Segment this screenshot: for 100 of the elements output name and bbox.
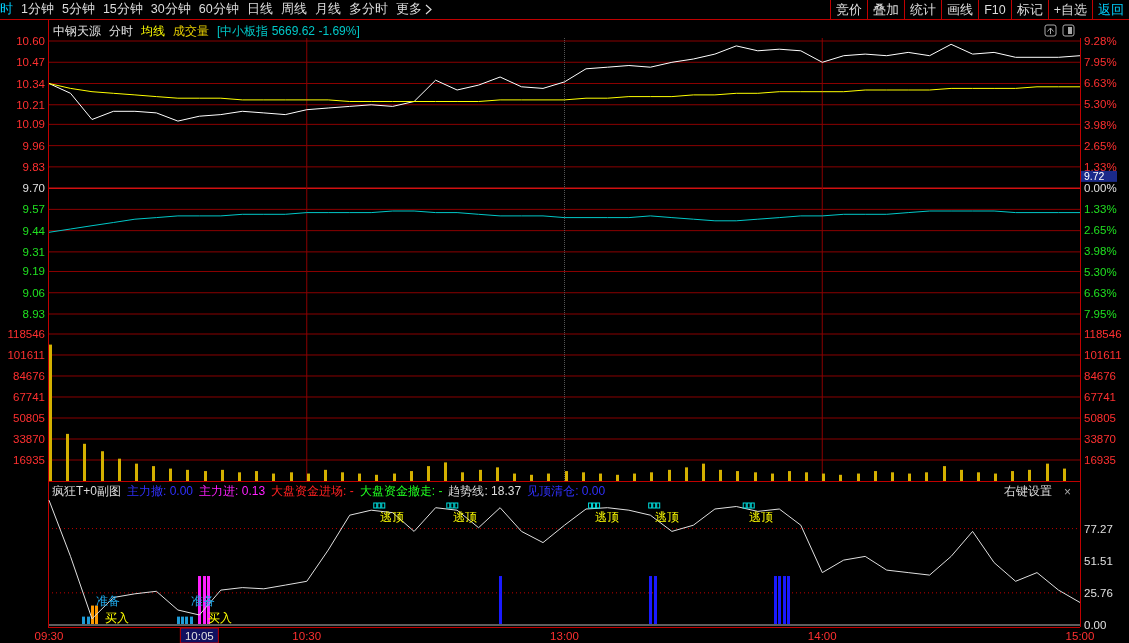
period-tab[interactable]: 日线 — [246, 1, 273, 18]
close-button[interactable]: × — [1058, 484, 1077, 499]
volume-bar — [582, 472, 585, 481]
axis-label: 51.51 — [1084, 554, 1113, 567]
axis-label: 9.31 — [22, 245, 45, 258]
legend-item[interactable]: 均线 — [141, 23, 165, 40]
volume-bar — [891, 472, 894, 481]
signal-label: 逃顶 — [749, 510, 774, 524]
volume-bar — [238, 472, 241, 481]
axis-label: 3.98% — [1084, 245, 1117, 257]
time-label: 14:00 — [807, 630, 837, 642]
volume-bar — [599, 473, 602, 481]
volume-bar — [702, 463, 705, 481]
volume-bar — [479, 469, 482, 481]
volume-bar — [925, 472, 928, 481]
toolbar-button[interactable]: 叠加 — [867, 0, 905, 19]
settings-link[interactable]: 右键设置 — [1004, 483, 1052, 500]
toolbar-button[interactable]: 竞价 — [830, 0, 868, 19]
volume-bar — [977, 472, 980, 481]
period-tab[interactable]: 30分钟 — [150, 1, 191, 18]
time-label: 13:00 — [550, 630, 579, 642]
signal-label: 准备 — [96, 594, 121, 608]
axis-label: 7.95% — [1084, 308, 1117, 320]
period-tab[interactable]: 1分钟 — [21, 1, 54, 18]
period-tab[interactable]: 15分钟 — [102, 1, 143, 18]
volume-bar — [255, 471, 258, 481]
axis-label: 9.83 — [22, 160, 45, 173]
legend-item[interactable]: 分时 — [109, 23, 133, 40]
toolbar-button[interactable]: 画线 — [941, 0, 979, 19]
panel-toggle-icon[interactable] — [1062, 24, 1075, 37]
volume-bar — [736, 471, 739, 481]
volume-bar — [272, 473, 275, 481]
signal-label: 买入 — [104, 611, 129, 625]
axis-label: 84676 — [1084, 370, 1116, 382]
legend-item: 中钢天源 — [53, 23, 101, 40]
axis-label: 2.65% — [1084, 140, 1117, 152]
volume-bar — [668, 469, 671, 481]
axis-label: 50805 — [13, 412, 45, 424]
axis-label: 9.28% — [1084, 35, 1117, 47]
toolbar-button[interactable]: 标记 — [1010, 0, 1048, 19]
axis-label: 7.95% — [1084, 56, 1117, 68]
signal-mark-icon — [588, 502, 601, 509]
period-tab[interactable]: 5分钟 — [61, 1, 95, 18]
volume-bar — [427, 466, 430, 481]
volume-bar — [839, 474, 842, 481]
signal-label: 逃顶 — [379, 510, 404, 524]
volume-bar — [135, 463, 138, 481]
toolbar-button[interactable]: F10 — [978, 0, 1011, 19]
period-tab[interactable]: 60分钟 — [198, 1, 239, 18]
time-label: 10:30 — [292, 630, 322, 642]
scroll-up-icon[interactable] — [1044, 24, 1057, 37]
volume-bar — [1063, 468, 1066, 481]
axis-label: 2.65% — [1084, 224, 1117, 236]
axis-label: 1.33% — [1084, 203, 1117, 215]
volume-bar — [530, 474, 533, 481]
axis-label: 67741 — [13, 391, 45, 403]
axis-label: 10.60 — [16, 35, 45, 47]
axis-label: 118546 — [7, 328, 45, 340]
volume-bar — [341, 472, 344, 481]
toolbar-button[interactable]: 返回 — [1092, 0, 1129, 19]
legend-item[interactable]: [中小板指 5669.62 -1.69%] — [217, 23, 360, 40]
period-tab[interactable]: 多分时 — [348, 1, 388, 18]
axis-label: 25.76 — [1084, 586, 1113, 599]
volume-bar — [290, 472, 293, 481]
period-tab[interactable]: 时 — [0, 1, 13, 18]
axis-label: 6.63% — [1084, 287, 1117, 299]
axis-label: 33870 — [13, 433, 45, 445]
axis-label: 33870 — [1084, 433, 1116, 445]
legend-item[interactable]: 成交量 — [173, 23, 209, 40]
axis-label: 101611 — [7, 349, 45, 361]
volume-bar — [324, 469, 327, 481]
axis-label: 67741 — [1084, 391, 1116, 403]
volume-bar — [307, 473, 310, 481]
axis-label: 9.06 — [22, 286, 45, 299]
volume-bar — [719, 469, 722, 481]
axis-label: 10.09 — [16, 118, 45, 131]
volume-bar — [186, 469, 189, 481]
signal-label: 逃顶 — [452, 510, 477, 524]
period-tab[interactable]: 周线 — [280, 1, 307, 18]
volume-bar — [857, 473, 860, 481]
toolbar-button[interactable]: +自选 — [1047, 0, 1092, 19]
volume-bar — [152, 466, 155, 481]
toolbar-button[interactable]: 统计 — [904, 0, 942, 19]
period-tab[interactable]: 更多 — [395, 1, 432, 18]
time-label: 09:30 — [34, 630, 64, 642]
axis-label: 3.98% — [1084, 119, 1117, 131]
period-tab[interactable]: 月线 — [314, 1, 341, 18]
axis-label: 9.70 — [22, 182, 45, 195]
indicator-reading: 大盘资金进场: - — [271, 483, 354, 500]
axis-label: 9.96 — [22, 139, 45, 152]
volume-bar — [496, 467, 499, 481]
axis-label: 5.30% — [1084, 266, 1117, 278]
indicator-reading: 主力撤: 0.00 — [127, 483, 194, 500]
volume-bar — [66, 433, 69, 481]
axis-label: 5.30% — [1084, 98, 1117, 110]
axis-label: 84676 — [13, 370, 45, 382]
volume-bar — [788, 471, 791, 481]
volume-bar — [650, 472, 653, 481]
chevron-icon — [424, 4, 432, 15]
indicator-reading: 大盘资金撤走: - — [359, 483, 443, 500]
